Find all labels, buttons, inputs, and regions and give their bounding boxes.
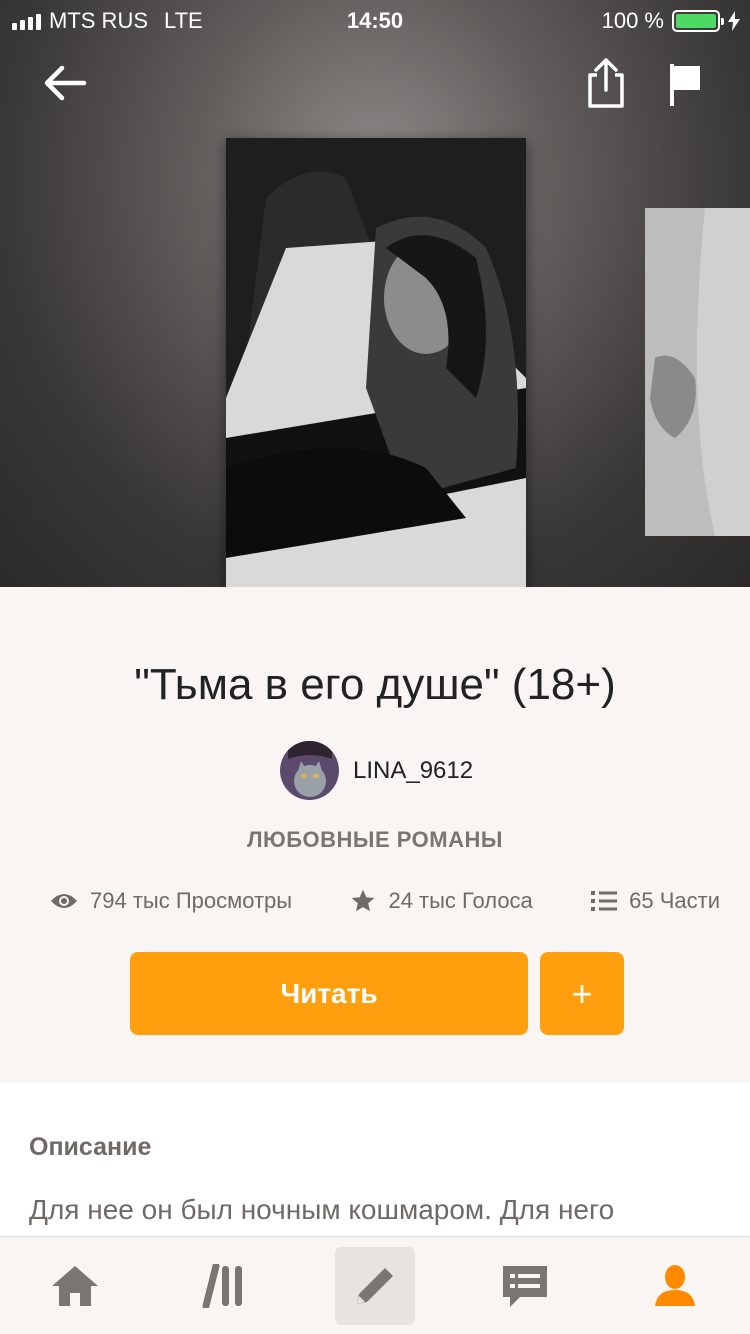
votes-stat: 24 тыс Голоса <box>350 888 533 914</box>
genre-label[interactable]: ЛЮБОВНЫЕ РОМАНЫ <box>0 827 750 853</box>
messages-icon <box>503 1265 547 1307</box>
share-icon[interactable] <box>584 56 628 110</box>
author[interactable]: LINA_9612 <box>280 741 473 800</box>
home-icon <box>52 1265 98 1306</box>
library-icon <box>202 1263 242 1308</box>
story-header: MTS RUS LTE 14:50 100 % <box>0 0 750 587</box>
flag-icon[interactable] <box>664 60 706 108</box>
arrow-left-icon[interactable] <box>40 58 90 108</box>
story-stats: 794 тыс Просмотры 24 тыс Голоса 65 Части <box>50 888 720 914</box>
avatar[interactable] <box>280 741 339 800</box>
list-icon <box>591 891 618 911</box>
story-title: "Тьма в его душе" (18+) <box>134 660 616 709</box>
profile-icon <box>655 1264 695 1306</box>
tab-write[interactable] <box>300 1237 450 1334</box>
charging-icon <box>728 11 740 31</box>
tab-library[interactable] <box>150 1237 300 1334</box>
views-count: 794 тыс Просмотры <box>90 888 293 913</box>
battery-icon <box>672 10 724 32</box>
parts-stat[interactable]: 65 Части <box>591 888 720 914</box>
description-text[interactable]: Для нее он был ночным кошмаром. Для него <box>29 1187 729 1233</box>
next-story-cover[interactable] <box>645 208 750 536</box>
description-section: Описание Для нее он был ночным кошмаром.… <box>0 1083 750 1243</box>
star-icon <box>352 889 375 912</box>
eye-icon <box>51 894 77 908</box>
add-to-library-button[interactable]: + <box>540 952 624 1035</box>
status-bar: MTS RUS LTE 14:50 100 % <box>0 0 750 40</box>
parts-count: 65 Части <box>629 888 720 913</box>
write-icon <box>357 1267 393 1304</box>
tab-messages[interactable] <box>450 1237 600 1334</box>
views-stat: 794 тыс Просмотры <box>50 888 292 914</box>
story-cover[interactable] <box>226 138 526 587</box>
read-button[interactable]: Читать <box>130 952 528 1035</box>
votes-count: 24 тыс Голоса <box>388 888 533 913</box>
author-name[interactable]: LINA_9612 <box>353 757 473 785</box>
tab-home[interactable] <box>0 1237 150 1334</box>
description-heading: Описание <box>29 1133 152 1161</box>
tab-profile[interactable] <box>600 1237 750 1334</box>
battery-percent: 100 % <box>601 8 664 33</box>
tab-bar <box>0 1236 750 1334</box>
